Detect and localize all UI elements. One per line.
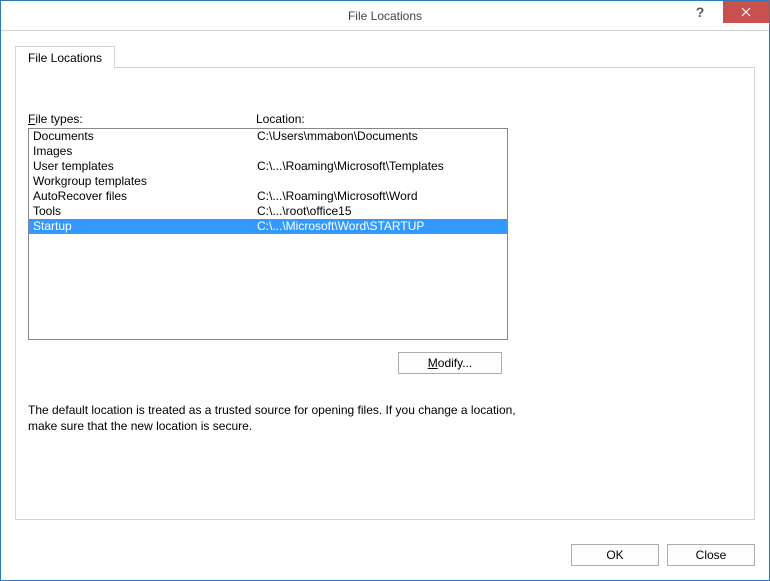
list-item-type: Tools xyxy=(33,204,257,219)
list-item[interactable]: Workgroup templates xyxy=(29,174,507,189)
list-item-type: User templates xyxy=(33,159,257,174)
list-item[interactable]: Images xyxy=(29,144,507,159)
list-item-location: C:\...\Roaming\Microsoft\Templates xyxy=(257,159,444,174)
client-area: File Locations File types: Location: Doc… xyxy=(1,31,769,534)
tab-file-locations[interactable]: File Locations xyxy=(15,46,115,69)
note-text: The default location is treated as a tru… xyxy=(28,402,548,434)
ok-button[interactable]: OK xyxy=(571,544,659,566)
tab-strip: File Locations xyxy=(15,46,117,69)
help-icon: ? xyxy=(696,4,705,20)
window-title: File Locations xyxy=(348,9,422,23)
list-item[interactable]: User templatesC:\...\Roaming\Microsoft\T… xyxy=(29,159,507,174)
list-item-type: AutoRecover files xyxy=(33,189,257,204)
list-item-type: Images xyxy=(33,144,257,159)
list-item[interactable]: StartupC:\...\Microsoft\Word\STARTUP xyxy=(29,219,507,234)
list-item-type: Documents xyxy=(33,129,257,144)
dialog-footer: OK Close xyxy=(1,534,769,580)
titlebar-controls: ? xyxy=(677,1,769,23)
close-button[interactable]: Close xyxy=(667,544,755,566)
window-close-button[interactable] xyxy=(723,1,769,23)
list-item-location: C:\Users\mmabon\Documents xyxy=(257,129,418,144)
column-headers: File types: Location: xyxy=(28,112,742,126)
list-item[interactable]: DocumentsC:\Users\mmabon\Documents xyxy=(29,129,507,144)
titlebar: File Locations ? xyxy=(1,1,769,31)
header-file-types: File types: xyxy=(28,112,256,126)
list-item-location: C:\...\Roaming\Microsoft\Word xyxy=(257,189,418,204)
close-icon xyxy=(741,7,751,17)
list-item-type: Startup xyxy=(33,219,257,234)
list-item-location: C:\...\Microsoft\Word\STARTUP xyxy=(257,219,424,234)
list-item-location: C:\...\root\office15 xyxy=(257,204,352,219)
header-location: Location: xyxy=(256,112,305,126)
list-item[interactable]: AutoRecover filesC:\...\Roaming\Microsof… xyxy=(29,189,507,204)
file-locations-listbox[interactable]: DocumentsC:\Users\mmabon\DocumentsImages… xyxy=(28,128,508,340)
list-item[interactable]: ToolsC:\...\root\office15 xyxy=(29,204,507,219)
list-item-type: Workgroup templates xyxy=(33,174,257,189)
dialog-window: File Locations ? File Locations xyxy=(0,0,770,581)
tab-panel: File Locations File types: Location: Doc… xyxy=(15,67,755,520)
modify-button[interactable]: Modify... xyxy=(398,352,502,374)
help-button[interactable]: ? xyxy=(677,1,723,23)
modify-row: Modify... xyxy=(28,352,508,374)
